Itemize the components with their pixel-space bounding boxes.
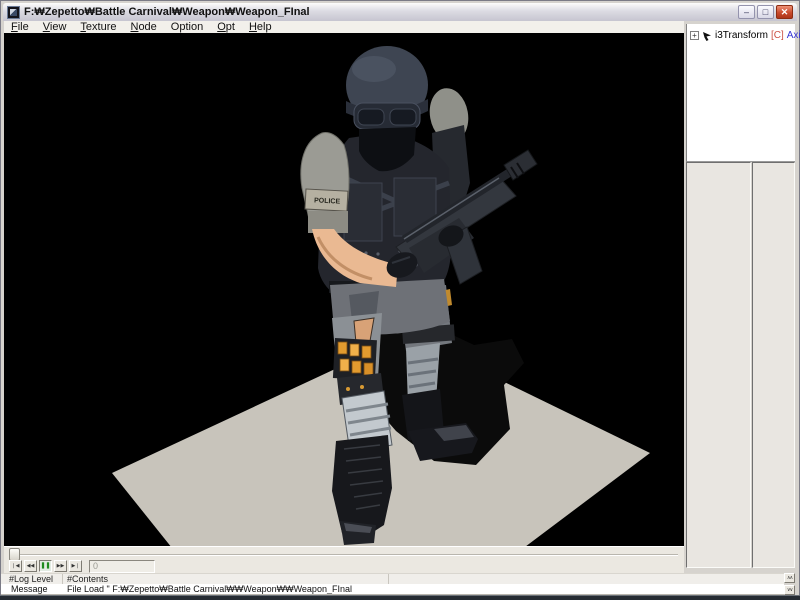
log-content-cell: File Load " F:₩Zepetto₩Battle Carnival₩₩…	[63, 584, 352, 594]
step-forward-button[interactable]: ▶▶	[54, 560, 67, 572]
menu-opt[interactable]: Opt	[210, 21, 242, 33]
chest-plate-left	[344, 183, 382, 241]
log-row[interactable]: Message File Load " F:₩Zepetto₩Battle Ca…	[1, 584, 784, 595]
log-scroll-up-icon[interactable]: ∧∧	[784, 573, 795, 583]
knee-amber-dot-1	[346, 387, 350, 391]
node-tree-panel: + i3Transform [C] AxisRotate	[686, 24, 795, 162]
menu-help[interactable]: Help	[242, 21, 279, 33]
log-header-row: #Log Level #Contents	[1, 573, 784, 584]
helmet-sheen	[352, 56, 396, 82]
tree-expand-icon[interactable]: +	[690, 31, 699, 40]
goggle-lens-left	[358, 109, 384, 125]
skip-to-end-button[interactable]: ▶❘	[69, 560, 82, 572]
armband-text: POLICE	[314, 197, 341, 205]
menu-file[interactable]: File	[4, 21, 36, 33]
window-controls: – □ ✕	[738, 5, 793, 19]
scene-render: POLICE	[4, 33, 684, 546]
tree-node-row[interactable]: + i3Transform [C] AxisRotate	[687, 24, 795, 41]
app-icon	[7, 6, 20, 19]
minimize-icon[interactable]: –	[738, 5, 755, 19]
playback-controls: ❘◀ ◀◀ ❚❚ ▶▶ ▶❘	[9, 560, 82, 572]
knee-amber-dot-2	[360, 385, 364, 389]
tree-node-value: AxisRotate	[787, 30, 800, 41]
title-bar: F:₩Zepetto₩Battle Carnival₩Weapon₩Weapon…	[3, 3, 797, 21]
goggle-lens-right	[390, 109, 416, 125]
window-bottom-edge	[0, 595, 800, 600]
close-icon[interactable]: ✕	[776, 5, 793, 19]
window-title: F:₩Zepetto₩Battle Carnival₩Weapon₩Weapon…	[24, 6, 734, 18]
log-level-cell: Message	[1, 584, 63, 594]
tree-node-label: i3Transform	[715, 30, 768, 41]
skip-to-start-button[interactable]: ❘◀	[9, 560, 22, 572]
property-column-right	[752, 162, 795, 568]
frame-number-field[interactable]: 0	[89, 560, 155, 573]
property-column-left	[686, 162, 751, 568]
frame-slider-groove[interactable]	[10, 554, 678, 556]
menu-option[interactable]: Option	[164, 21, 210, 33]
menu-texture[interactable]: Texture	[73, 21, 123, 33]
log-header-level[interactable]: #Log Level	[1, 574, 63, 584]
menu-node[interactable]: Node	[123, 21, 163, 33]
log-header-contents[interactable]: #Contents	[63, 574, 389, 584]
tree-node-tag: [C]	[771, 30, 784, 41]
menu-bar: File View Texture Node Option Opt Help	[4, 21, 684, 33]
pause-button[interactable]: ❚❚	[39, 560, 52, 572]
maximize-icon[interactable]: □	[757, 5, 774, 19]
log-scroll-down-icon[interactable]: ∨∨	[784, 585, 795, 595]
viewport-3d[interactable]: POLICE	[4, 33, 684, 546]
step-back-button[interactable]: ◀◀	[24, 560, 37, 572]
transform-node-icon	[702, 31, 712, 41]
transport-bar: ❘◀ ◀◀ ❚❚ ▶▶ ▶❘ 0	[4, 546, 684, 573]
menu-view[interactable]: View	[36, 21, 74, 33]
